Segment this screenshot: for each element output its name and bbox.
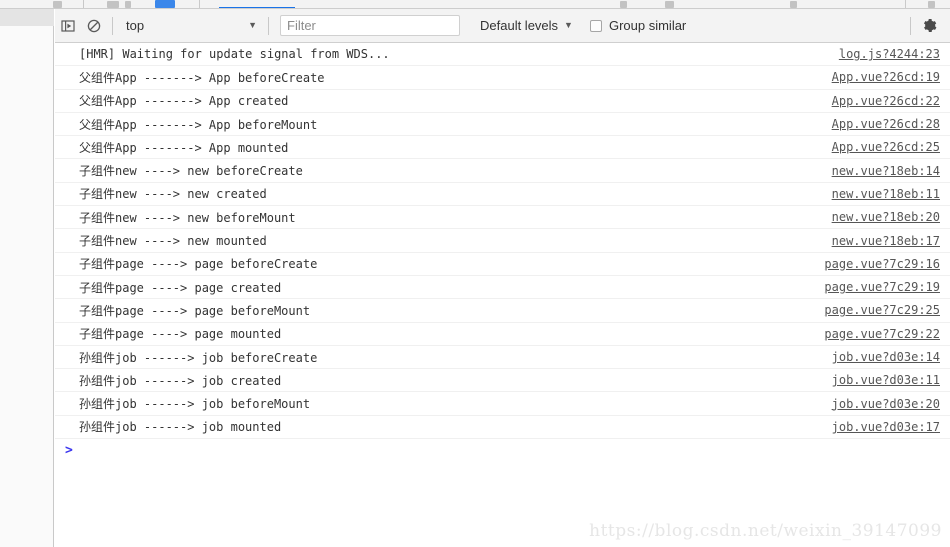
console-row[interactable]: 孙组件job ------> job mounted job.vue?d03e:1… — [55, 416, 950, 440]
sidebar-toggle-icon[interactable] — [55, 13, 81, 39]
console-message: 父组件App -------> App created — [79, 94, 289, 109]
console-source-link[interactable]: new.vue?18eb:11 — [832, 187, 940, 201]
gear-icon[interactable] — [916, 13, 942, 39]
devtools-tab-strip — [0, 0, 950, 9]
console-row[interactable]: 子组件page ----> page created page.vue?7c29:… — [55, 276, 950, 300]
console-row[interactable]: 孙组件job ------> job created job.vue?d03e:1… — [55, 369, 950, 393]
tab-strip-divider — [83, 0, 84, 8]
console-message: 孙组件job ------> job beforeCreate — [79, 350, 318, 365]
console-row[interactable]: 父组件App -------> App beforeMount App.vue?2… — [55, 113, 950, 137]
console-log-area[interactable]: [HMR] Waiting for update signal from WDS… — [55, 43, 950, 547]
console-message: 子组件page ----> page beforeCreate — [79, 257, 318, 272]
console-message: 子组件new ----> new beforeMount — [79, 210, 296, 225]
console-row[interactable]: 子组件new ----> new created new.vue?18eb:11 — [55, 183, 950, 207]
console-row[interactable]: 孙组件job ------> job beforeCreate job.vue?d… — [55, 346, 950, 370]
group-similar-toggle[interactable]: Group similar — [589, 18, 687, 33]
console-row[interactable]: 父组件App -------> App mounted App.vue?26cd:… — [55, 136, 950, 160]
console-row[interactable]: 子组件page ----> page beforeMount page.vue?7… — [55, 299, 950, 323]
console-source-link[interactable]: App.vue?26cd:28 — [832, 117, 940, 131]
log-levels-select[interactable]: Default levels ▼ — [480, 18, 573, 33]
left-sidebar — [0, 9, 54, 547]
tab-strip-partial-icon — [665, 1, 674, 8]
execution-context-label: top — [126, 18, 145, 33]
devtools-window: top ▼ Default levels ▼ Group similar [HM… — [0, 0, 950, 547]
console-row[interactable]: 子组件new ----> new mounted new.vue?18eb:17 — [55, 229, 950, 253]
console-message: 子组件new ----> new mounted — [79, 234, 267, 249]
tab-strip-divider — [905, 0, 906, 8]
console-prompt-row[interactable]: > — [55, 439, 950, 463]
tab-strip-partial-icon — [790, 1, 797, 8]
console-source-link[interactable]: page.vue?7c29:22 — [824, 327, 940, 341]
console-prompt-input[interactable] — [73, 442, 950, 460]
watermark-text: https://blog.csdn.net/weixin_39147099 — [589, 521, 942, 541]
toolbar-divider — [268, 16, 269, 35]
console-message: 子组件new ----> new created — [79, 187, 267, 202]
prompt-caret-icon: > — [65, 443, 73, 459]
console-message: 孙组件job ------> job beforeMount — [79, 397, 311, 412]
console-message: [HMR] Waiting for update signal from WDS… — [79, 47, 390, 62]
console-source-link[interactable]: App.vue?26cd:22 — [832, 94, 940, 108]
console-toolbar: top ▼ Default levels ▼ Group similar — [55, 9, 950, 43]
filter-input[interactable] — [280, 15, 460, 36]
tab-strip-partial-icon — [620, 1, 627, 8]
group-similar-label: Group similar — [608, 18, 687, 33]
tab-strip-partial-icon — [53, 1, 62, 8]
console-rows: [HMR] Waiting for update signal from WDS… — [55, 43, 950, 440]
console-source-link[interactable]: App.vue?26cd:19 — [832, 70, 940, 84]
chevron-down-icon: ▼ — [564, 20, 573, 30]
console-source-link[interactable]: page.vue?7c29:19 — [824, 280, 940, 294]
group-similar-checkbox[interactable] — [589, 19, 602, 32]
console-message: 孙组件job ------> job mounted — [79, 420, 282, 435]
clear-console-icon[interactable] — [81, 13, 107, 39]
tab-strip-partial-icon — [928, 1, 935, 8]
execution-context-select[interactable]: top ▼ — [118, 15, 263, 37]
console-row[interactable]: 父组件App -------> App created App.vue?26cd:… — [55, 90, 950, 113]
console-source-link[interactable]: new.vue?18eb:17 — [832, 234, 940, 248]
console-row[interactable]: 子组件page ----> page beforeCreate page.vue?… — [55, 253, 950, 276]
console-message: 子组件page ----> page beforeMount — [79, 303, 311, 318]
console-row[interactable]: 孙组件job ------> job beforeMount job.vue?d0… — [55, 392, 950, 416]
tab-strip-partial-icon — [125, 1, 131, 8]
console-source-link[interactable]: new.vue?18eb:14 — [832, 164, 940, 178]
console-message: 孙组件job ------> job created — [79, 373, 282, 388]
console-source-link[interactable]: job.vue?d03e:20 — [832, 397, 940, 411]
console-source-link[interactable]: page.vue?7c29:16 — [824, 257, 940, 271]
console-message: 父组件App -------> App mounted — [79, 140, 289, 155]
console-message: 父组件App -------> App beforeMount — [79, 117, 318, 132]
console-source-link[interactable]: App.vue?26cd:25 — [832, 140, 940, 154]
console-row[interactable]: 子组件new ----> new beforeCreate new.vue?18e… — [55, 159, 950, 183]
console-source-link[interactable]: job.vue?d03e:11 — [832, 373, 940, 387]
sidebar-header-strip — [0, 9, 54, 26]
tab-strip-divider — [199, 0, 200, 8]
chevron-down-icon: ▼ — [248, 20, 257, 30]
toolbar-divider — [112, 16, 113, 35]
console-source-link[interactable]: page.vue?7c29:25 — [824, 303, 940, 317]
console-source-link[interactable]: job.vue?d03e:14 — [832, 350, 940, 364]
log-levels-label: Default levels — [480, 18, 559, 33]
console-source-link[interactable]: log.js?4244:23 — [839, 47, 940, 61]
console-row[interactable]: [HMR] Waiting for update signal from WDS… — [55, 43, 950, 67]
toolbar-divider — [910, 16, 911, 35]
tab-strip-active-icon — [155, 0, 175, 8]
console-message: 子组件page ----> page mounted — [79, 327, 282, 342]
console-source-link[interactable]: job.vue?d03e:17 — [832, 420, 940, 434]
console-row[interactable]: 父组件App -------> App beforeCreate App.vue?… — [55, 66, 950, 90]
console-row[interactable]: 子组件new ----> new beforeMount new.vue?18eb… — [55, 206, 950, 230]
console-message: 子组件new ----> new beforeCreate — [79, 164, 303, 179]
console-message: 父组件App -------> App beforeCreate — [79, 70, 325, 85]
console-source-link[interactable]: new.vue?18eb:20 — [832, 210, 940, 224]
tab-strip-partial-icon — [107, 1, 119, 8]
console-row[interactable]: 子组件page ----> page mounted page.vue?7c29:… — [55, 323, 950, 346]
console-message: 子组件page ----> page created — [79, 280, 282, 295]
